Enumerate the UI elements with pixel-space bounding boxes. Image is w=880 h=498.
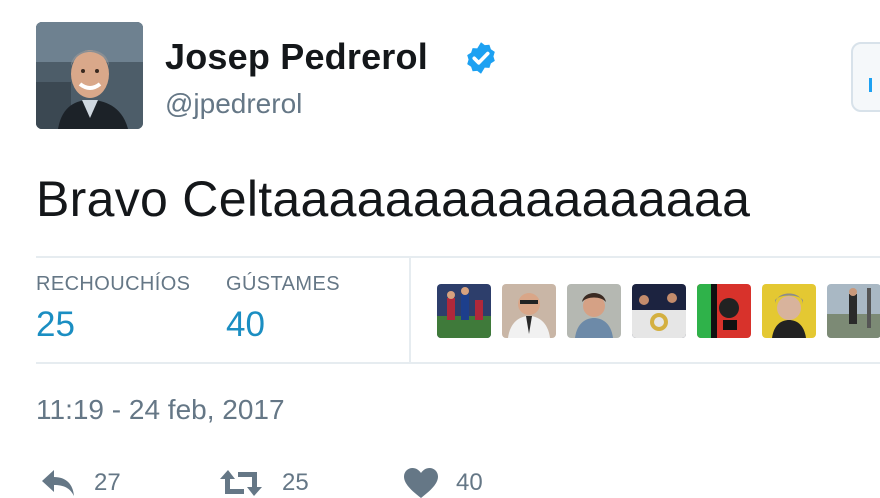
stats-bottom-divider <box>36 362 880 364</box>
verified-badge-icon <box>467 42 495 74</box>
tweet-timestamp[interactable]: 11:19 - 24 feb, 2017 <box>36 393 285 427</box>
liker-avatar[interactable] <box>632 284 686 338</box>
liker-avatar[interactable] <box>437 284 491 338</box>
stats-top-divider <box>36 256 880 258</box>
author-avatar[interactable] <box>36 22 143 129</box>
retweet-count: 25 <box>282 469 309 496</box>
likes-label: GÚSTAMES <box>226 273 340 295</box>
heart-icon <box>404 468 438 498</box>
liker-avatars <box>437 284 880 338</box>
liker-avatar[interactable] <box>567 284 621 338</box>
follow-icon <box>869 78 880 92</box>
reply-icon <box>42 470 74 496</box>
retweet-action[interactable]: 25 <box>218 468 309 498</box>
stats-vertical-divider <box>409 258 411 362</box>
liker-avatar[interactable] <box>827 284 880 338</box>
likes-value: 40 <box>226 305 265 344</box>
retweets-stat[interactable]: RECHOUCHÍOS 25 <box>36 271 190 347</box>
reply-count: 27 <box>94 469 121 496</box>
tweet-text: Bravo Celtaaaaaaaaaaaaaaaaa <box>36 171 751 227</box>
retweets-label: RECHOUCHÍOS <box>36 273 191 295</box>
like-count: 40 <box>456 469 483 496</box>
follow-button[interactable] <box>851 42 880 112</box>
author-screen-name[interactable]: @jpedrerol <box>165 87 302 121</box>
retweets-value: 25 <box>36 305 75 344</box>
likes-stat[interactable]: GÚSTAMES 40 <box>226 271 340 347</box>
like-action[interactable]: 40 <box>404 468 483 498</box>
retweet-icon <box>220 470 262 496</box>
author-display-name[interactable]: Josep Pedrerol <box>165 36 428 78</box>
liker-avatar[interactable] <box>697 284 751 338</box>
liker-avatar[interactable] <box>502 284 556 338</box>
liker-avatar[interactable] <box>762 284 816 338</box>
reply-action[interactable]: 27 <box>40 468 121 498</box>
